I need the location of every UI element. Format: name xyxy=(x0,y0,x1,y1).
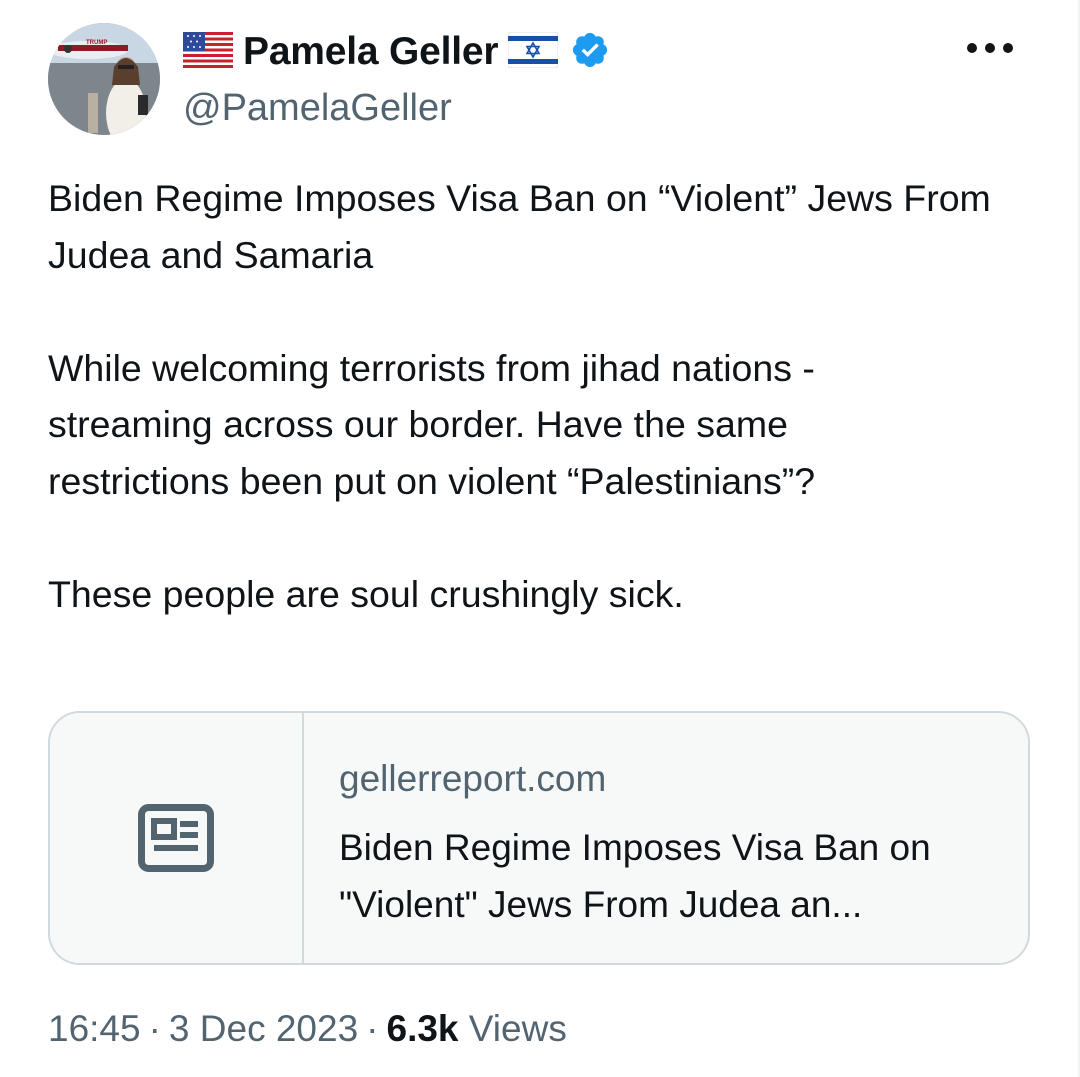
link-card-body: gellerreport.com Biden Regime Imposes Vi… xyxy=(304,713,1028,963)
link-preview-card[interactable]: gellerreport.com Biden Regime Imposes Vi… xyxy=(48,711,1030,965)
tweet-meta: 16:45 · 3 Dec 2023 · 6.3k Views xyxy=(48,1005,567,1053)
news-article-icon xyxy=(138,804,214,872)
israel-flag-icon xyxy=(507,31,559,73)
tweet-paragraph: These people are soul crushingly sick. xyxy=(48,572,684,615)
tweet-text: Biden Regime Imposes Visa Ban on “Violen… xyxy=(48,170,1038,622)
tweet-detail: TRUMP Pamela Geller @PamelaGeller Biden … xyxy=(0,0,1080,1077)
link-card-title: Biden Regime Imposes Visa Ban on "Violen… xyxy=(339,827,931,925)
verified-badge-icon[interactable] xyxy=(570,30,610,75)
author-handle[interactable]: @PamelaGeller xyxy=(183,84,452,132)
more-dots-icon xyxy=(967,43,1013,53)
author-name-row[interactable]: Pamela Geller xyxy=(183,28,610,76)
display-name: Pamela Geller xyxy=(243,30,499,73)
avatar-plane-text: TRUMP xyxy=(86,40,107,46)
avatar[interactable]: TRUMP xyxy=(48,23,160,135)
tweet-date[interactable]: 3 Dec 2023 xyxy=(169,1008,358,1049)
link-card-thumbnail xyxy=(50,713,304,963)
tweet-time[interactable]: 16:45 xyxy=(48,1008,141,1049)
views-label: Views xyxy=(468,1008,567,1049)
tweet-paragraph: While welcoming terrorists from jihad na… xyxy=(48,346,816,502)
us-flag-icon xyxy=(183,31,233,73)
tweet-paragraph: Biden Regime Imposes Visa Ban on “Violen… xyxy=(48,177,991,276)
meta-separator: · xyxy=(148,1008,161,1049)
more-options-button[interactable] xyxy=(960,28,1020,68)
link-card-domain: gellerreport.com xyxy=(339,758,607,799)
views-count[interactable]: 6.3k xyxy=(387,1008,459,1049)
meta-separator: · xyxy=(366,1008,379,1049)
